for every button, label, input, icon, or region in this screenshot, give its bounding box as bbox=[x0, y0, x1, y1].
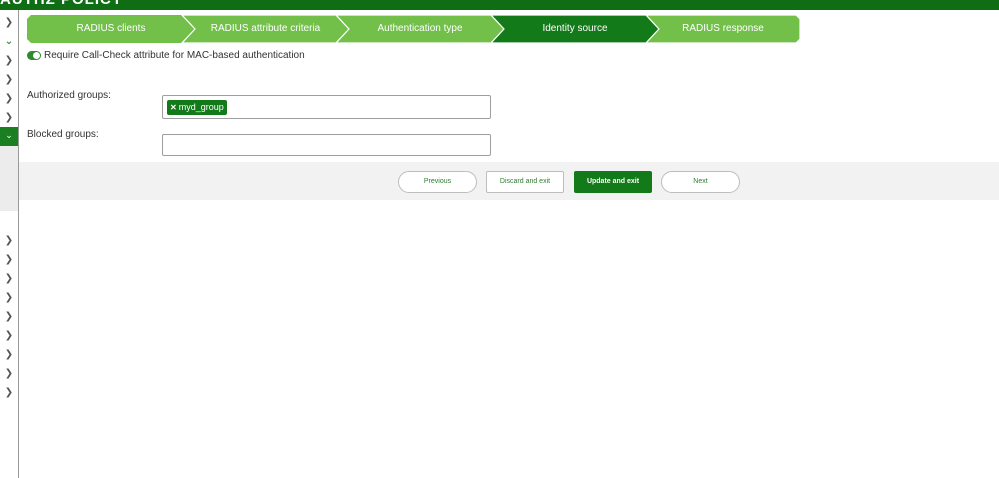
next-button[interactable]: Next bbox=[661, 171, 740, 193]
wizard-step-identity-source[interactable]: Identity source bbox=[491, 15, 659, 43]
chevron-right-icon[interactable]: ❯ bbox=[0, 348, 18, 362]
call-check-label: Require Call-Check attribute for MAC-bas… bbox=[44, 49, 305, 61]
blocked-groups-label: Blocked groups: bbox=[27, 129, 99, 140]
chevron-right-icon[interactable]: ❯ bbox=[0, 291, 18, 305]
wizard-step-label: RADIUS response bbox=[682, 23, 764, 34]
wizard-step-radius-clients[interactable]: RADIUS clients bbox=[27, 15, 195, 43]
wizard-step-label: RADIUS clients bbox=[76, 23, 146, 34]
wizard-step-authentication-type[interactable]: Authentication type bbox=[336, 15, 504, 43]
wizard-steps: RADIUS clients RADIUS attribute criteria… bbox=[27, 15, 800, 43]
previous-button[interactable]: Previous bbox=[398, 171, 477, 193]
chevron-right-icon[interactable]: ❯ bbox=[0, 367, 18, 381]
chevron-right-icon[interactable]: ❯ bbox=[0, 111, 18, 125]
authorized-groups-label: Authorized groups: bbox=[27, 90, 111, 101]
sidebar-submenu bbox=[0, 146, 18, 211]
chevron-right-icon[interactable]: ❯ bbox=[0, 272, 18, 286]
call-check-toggle-row: Require Call-Check attribute for MAC-bas… bbox=[27, 48, 305, 62]
chevron-right-icon[interactable]: ❯ bbox=[0, 16, 18, 30]
chevron-right-icon[interactable]: ❯ bbox=[0, 92, 18, 106]
wizard-step-label: Identity source bbox=[542, 23, 608, 34]
chevron-down-icon: ⌄ bbox=[5, 131, 13, 141]
chevron-right-icon[interactable]: ❯ bbox=[0, 329, 18, 343]
blocked-groups-input[interactable] bbox=[162, 134, 491, 156]
authorized-groups-input[interactable]: ✕ myd_group bbox=[162, 95, 491, 119]
discard-and-exit-button[interactable]: Discard and exit bbox=[486, 171, 564, 193]
group-tag: ✕ myd_group bbox=[167, 100, 227, 115]
wizard-step-label: RADIUS attribute criteria bbox=[210, 23, 321, 34]
remove-tag-icon[interactable]: ✕ bbox=[170, 103, 177, 112]
chevron-right-icon[interactable]: ❯ bbox=[0, 73, 18, 87]
wizard-step-radius-attribute-criteria[interactable]: RADIUS attribute criteria bbox=[182, 15, 349, 43]
wizard-step-radius-response[interactable]: RADIUS response bbox=[646, 15, 800, 43]
page-title: AUTHZ POLICY bbox=[0, 0, 123, 8]
chevron-right-icon[interactable]: ❯ bbox=[0, 253, 18, 267]
update-and-exit-button[interactable]: Update and exit bbox=[574, 171, 652, 193]
top-bar: AUTHZ POLICY bbox=[0, 0, 999, 10]
group-tag-label: myd_group bbox=[178, 102, 224, 112]
call-check-toggle[interactable] bbox=[27, 50, 41, 60]
chevron-right-icon[interactable]: ❯ bbox=[0, 310, 18, 324]
sidebar-item-active[interactable]: ⌄ bbox=[0, 127, 18, 146]
sidebar: ❯ ⌄ ❯ ❯ ❯ ❯ ⌄ ❯ ❯ ❯ ❯ ❯ ❯ ❯ ❯ ❯ bbox=[0, 10, 19, 478]
chevron-right-icon[interactable]: ❯ bbox=[0, 386, 18, 400]
chevron-right-icon[interactable]: ❯ bbox=[0, 234, 18, 248]
chevron-right-icon[interactable]: ❯ bbox=[0, 54, 18, 68]
wizard-step-label: Authentication type bbox=[377, 23, 463, 34]
chevron-down-icon[interactable]: ⌄ bbox=[0, 35, 18, 49]
